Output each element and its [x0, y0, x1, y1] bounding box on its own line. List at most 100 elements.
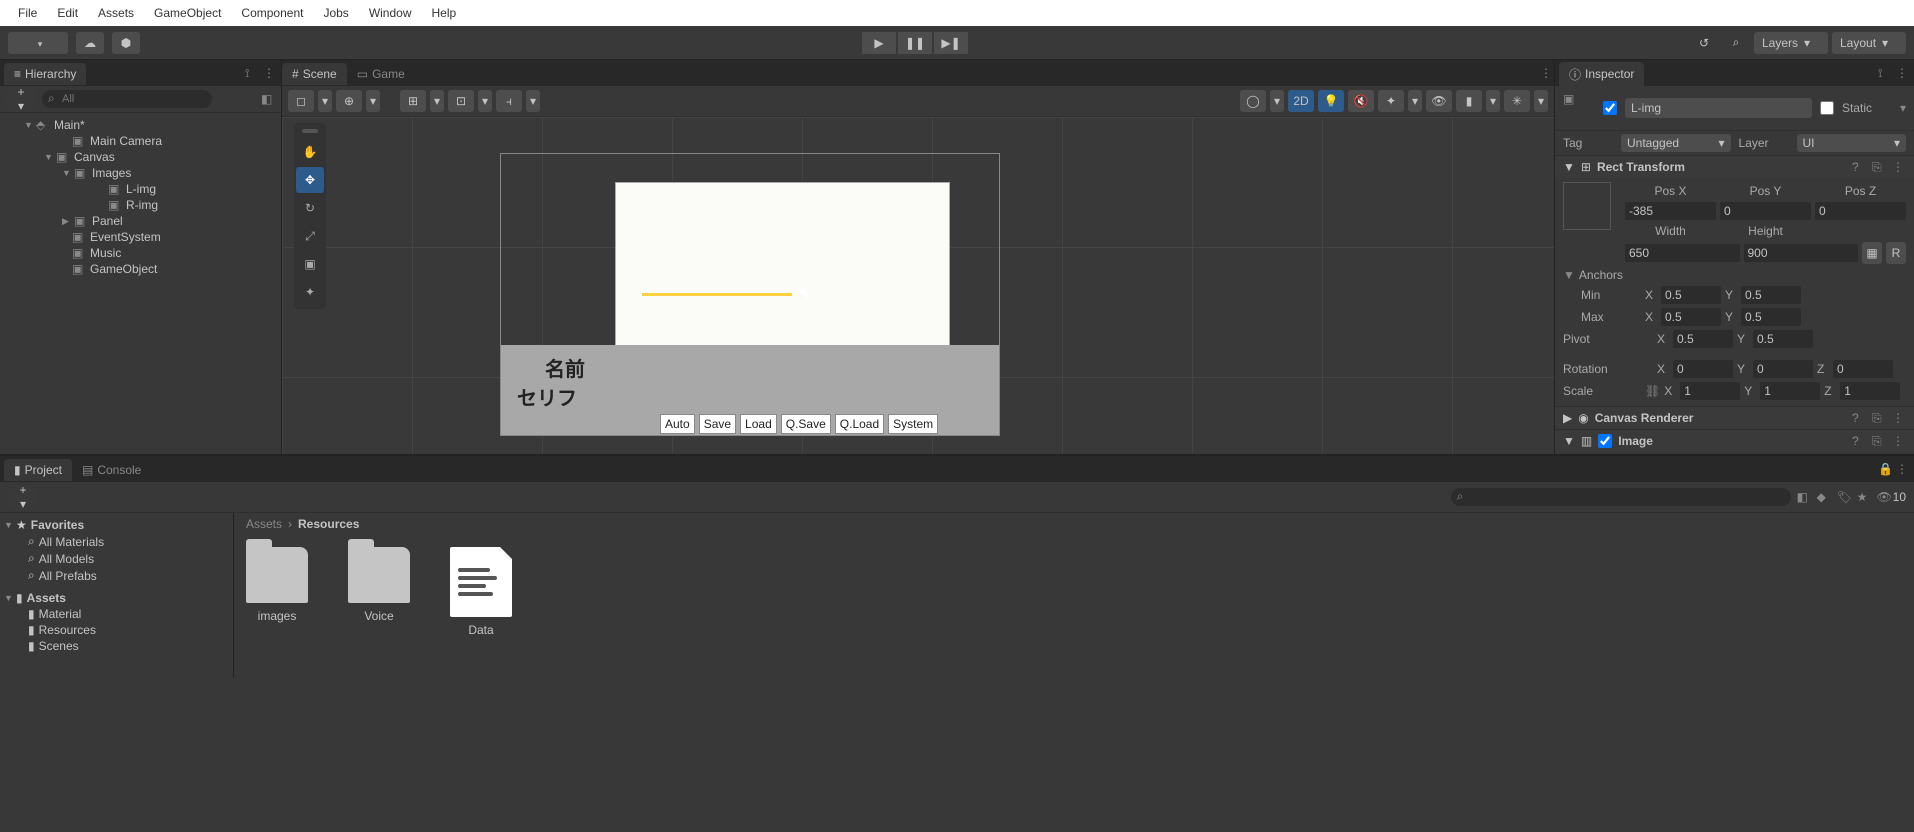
layout-dropdown[interactable]: Layout▾ — [1832, 32, 1906, 54]
scale-z[interactable] — [1840, 382, 1900, 400]
active-checkbox[interactable] — [1603, 101, 1617, 115]
assets-resources[interactable]: ▮Resources — [0, 622, 233, 638]
create-button[interactable]: + ▾ — [6, 88, 36, 110]
link-icon[interactable]: ⛓ — [1645, 384, 1660, 398]
blueprint-button[interactable]: ▦ — [1862, 242, 1882, 264]
fx-dropdown[interactable]: ▾ — [1408, 90, 1422, 112]
hidden-icon[interactable]: 👁 — [1877, 490, 1891, 504]
anchor-max-x[interactable] — [1661, 308, 1721, 326]
play-button[interactable]: ▶ — [862, 32, 896, 54]
snap-settings-button[interactable]: ⫞ — [496, 90, 522, 112]
shading-mode-button[interactable]: ◻ — [288, 90, 314, 112]
camera-icon[interactable]: ▮ — [1456, 90, 1482, 112]
search-by-label-icon[interactable]: ◆ — [1817, 490, 1831, 504]
project-create-button[interactable]: + ▾ — [8, 486, 38, 508]
posz-field[interactable] — [1815, 202, 1906, 220]
rot-y[interactable] — [1753, 360, 1813, 378]
menu-component[interactable]: Component — [231, 2, 313, 24]
image-enabled[interactable] — [1598, 434, 1612, 448]
lock-icon[interactable]: ⟟ — [1878, 66, 1892, 80]
gizmos-dropdown[interactable]: ▾ — [1534, 90, 1548, 112]
help-icon[interactable]: ? — [1852, 160, 1866, 174]
load-button[interactable]: Load — [740, 414, 777, 434]
preset-icon[interactable]: ⎘ — [1872, 411, 1886, 425]
shading-dropdown[interactable]: ▾ — [318, 90, 332, 112]
help-icon[interactable]: ? — [1852, 411, 1866, 425]
project-menu[interactable]: ⋮ — [1896, 462, 1910, 476]
draw-mode-button[interactable]: ⊕ — [336, 90, 362, 112]
raw-edit-button[interactable]: R — [1886, 242, 1906, 264]
scale-x[interactable] — [1680, 382, 1740, 400]
posy-field[interactable] — [1720, 202, 1811, 220]
2d-toggle[interactable]: 2D — [1288, 90, 1314, 112]
fx-toggle[interactable]: ✦ — [1378, 90, 1404, 112]
fav-materials[interactable]: ⌕All Materials — [0, 533, 233, 550]
layers-dropdown[interactable]: Layers▾ — [1754, 32, 1828, 54]
console-tab[interactable]: ▤Console — [72, 459, 151, 481]
hierarchy-search[interactable] — [42, 90, 212, 108]
search-by-type-icon[interactable]: ◧ — [1797, 490, 1811, 504]
pivot-y[interactable] — [1753, 330, 1813, 348]
hand-tool[interactable]: ✋ — [296, 139, 324, 165]
search-mode-icon[interactable]: ◧ — [261, 92, 275, 106]
cloud-button[interactable]: ☁ — [76, 32, 104, 54]
rot-x[interactable] — [1673, 360, 1733, 378]
favorites-root[interactable]: ▼★Favorites — [0, 517, 233, 533]
snap-dropdown[interactable]: ▾ — [526, 90, 540, 112]
panel-menu-icon[interactable]: ⋮ — [263, 66, 277, 80]
menu-window[interactable]: Window — [359, 2, 422, 24]
rotate-tool[interactable]: ↻ — [296, 195, 324, 221]
anchor-preset[interactable] — [1563, 182, 1611, 230]
help-icon[interactable]: ? — [1852, 434, 1866, 448]
preset-icon[interactable]: ⎘ — [1872, 160, 1886, 174]
scale-tool[interactable]: ⤢ — [296, 223, 324, 249]
menu-edit[interactable]: Edit — [47, 2, 88, 24]
scale-y[interactable] — [1760, 382, 1820, 400]
anchor-min-y[interactable] — [1741, 286, 1801, 304]
audio-toggle[interactable]: 🔇 — [1348, 90, 1374, 112]
increment-snap-button[interactable]: ⊡ — [448, 90, 474, 112]
project-search[interactable] — [1451, 488, 1791, 506]
pause-button[interactable]: ❚❚ — [898, 32, 932, 54]
anchor-max-y[interactable] — [1741, 308, 1801, 326]
qsave-button[interactable]: Q.Save — [781, 414, 831, 434]
camera-button[interactable]: ◯ — [1240, 90, 1266, 112]
menu-help[interactable]: Help — [422, 2, 467, 24]
account-button[interactable] — [8, 32, 68, 54]
transform-tool[interactable]: ✦ — [296, 279, 324, 305]
lock-icon[interactable]: 🔒 — [1878, 462, 1892, 476]
rect-transform-header[interactable]: ▼⊞ Rect Transform ? ⎘ ⋮ — [1555, 156, 1914, 178]
tree-item-camera[interactable]: ▣Main Camera — [0, 133, 281, 149]
tree-item-r-img[interactable]: ▣R-img — [0, 197, 281, 213]
image-header[interactable]: ▼▥ Image ? ⎘ ⋮ — [1555, 430, 1914, 452]
canvas-renderer-header[interactable]: ▶◉ Canvas Renderer ? ⎘ ⋮ — [1555, 407, 1914, 429]
static-checkbox[interactable] — [1820, 101, 1834, 115]
favorite-icon[interactable]: ★ — [1857, 490, 1871, 504]
visibility-toggle[interactable]: 👁 — [1426, 90, 1452, 112]
tree-item-canvas[interactable]: ▼▣Canvas — [0, 149, 281, 165]
breadcrumb-assets[interactable]: Assets — [246, 517, 282, 531]
undo-history-button[interactable]: ↺ — [1690, 32, 1718, 54]
project-tab[interactable]: ▮Project — [4, 459, 72, 481]
assets-material[interactable]: ▮Material — [0, 606, 233, 622]
tree-item-panel[interactable]: ▶▣Panel — [0, 213, 281, 229]
save-button[interactable]: Save — [699, 414, 736, 434]
fav-models[interactable]: ⌕All Models — [0, 550, 233, 567]
pivot-x[interactable] — [1673, 330, 1733, 348]
game-tab[interactable]: ▭Game — [347, 63, 415, 85]
rot-z[interactable] — [1833, 360, 1893, 378]
component-menu[interactable]: ⋮ — [1892, 434, 1906, 448]
menu-assets[interactable]: Assets — [88, 2, 144, 24]
posx-field[interactable] — [1625, 202, 1716, 220]
inspector-tab[interactable]: ⓘInspector — [1559, 62, 1644, 87]
width-field[interactable] — [1625, 244, 1740, 262]
tree-item-eventsystem[interactable]: ▣EventSystem — [0, 229, 281, 245]
file-data[interactable]: Data — [450, 547, 512, 637]
preset-icon[interactable]: ⎘ — [1872, 434, 1886, 448]
fav-prefabs[interactable]: ⌕All Prefabs — [0, 567, 233, 584]
lock-icon[interactable]: ⟟ — [245, 66, 259, 80]
camera2-dropdown[interactable]: ▾ — [1486, 90, 1500, 112]
inspector-menu[interactable]: ⋮ — [1896, 66, 1910, 80]
breadcrumb-resources[interactable]: Resources — [298, 517, 359, 531]
gizmos-button[interactable]: ✳ — [1504, 90, 1530, 112]
